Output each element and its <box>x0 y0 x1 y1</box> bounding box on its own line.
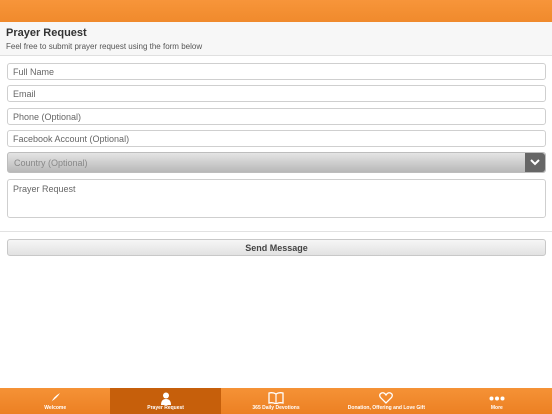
dots-icon <box>489 391 505 405</box>
bottom-tab-bar: Welcome Prayer Request 365 Daily Devotio… <box>0 388 552 414</box>
tab-label: Prayer Request <box>147 405 184 411</box>
tab-label: Donation, Offering and Love Gift <box>347 405 426 411</box>
tab-daily-devotions[interactable]: 365 Daily Devotions <box>221 388 331 414</box>
facebook-input[interactable]: Facebook Account (Optional) <box>7 130 546 147</box>
tab-label: 365 Daily Devotions <box>252 405 300 411</box>
tab-donation[interactable]: Donation, Offering and Love Gift <box>331 388 441 414</box>
page-header: Prayer Request Feel free to submit praye… <box>0 22 552 56</box>
full-name-input[interactable]: Full Name <box>7 63 546 80</box>
tab-label: Welcome <box>44 405 67 411</box>
email-input[interactable]: Email <box>7 85 546 102</box>
status-bar <box>0 0 552 22</box>
form-divider <box>0 231 552 232</box>
tab-more[interactable]: More <box>442 388 552 414</box>
person-icon <box>160 391 172 405</box>
chevron-down-icon[interactable] <box>525 153 545 172</box>
book-icon <box>268 391 284 405</box>
page-subtitle: Feel free to submit prayer request using… <box>6 42 203 51</box>
quill-icon <box>49 391 61 405</box>
tab-prayer-request[interactable]: Prayer Request <box>110 388 221 414</box>
heart-icon <box>379 391 394 405</box>
page-title: Prayer Request <box>6 27 87 39</box>
phone-input[interactable]: Phone (Optional) <box>7 108 546 125</box>
country-select[interactable]: Country (Optional) <box>7 152 546 173</box>
tab-welcome[interactable]: Welcome <box>0 388 110 414</box>
prayer-request-textarea[interactable]: Prayer Request <box>7 179 546 218</box>
send-message-button[interactable]: Send Message <box>7 239 546 256</box>
country-select-value: Country (Optional) <box>14 158 88 168</box>
tab-label: More <box>490 405 503 411</box>
